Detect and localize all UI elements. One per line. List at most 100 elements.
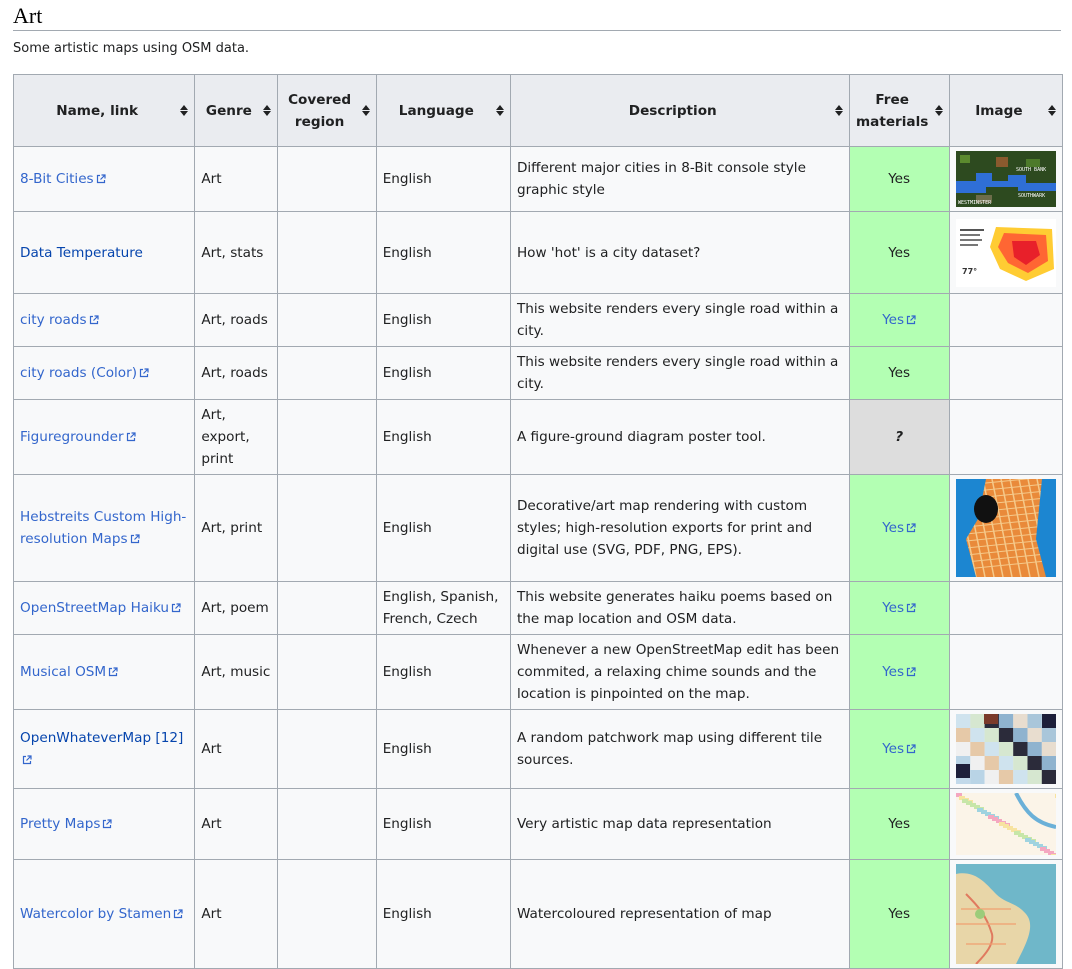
cell-name: 8-Bit Cities xyxy=(12,146,196,212)
cell-image xyxy=(948,293,1064,347)
free-materials-link[interactable]: Yes xyxy=(882,520,904,536)
cell-language: English xyxy=(375,211,511,294)
table-row: Data Temperature Art, stats English How 'ho… xyxy=(12,211,1064,294)
map-name-link[interactable]: Musical OSM xyxy=(20,664,106,680)
cell-covered-region xyxy=(276,859,377,969)
column-header-image[interactable]: Image xyxy=(948,74,1064,147)
table-row: Figuregrounder Art, export, print English A… xyxy=(12,399,1064,475)
thumbnail-label: 77° xyxy=(962,267,977,276)
cell-image xyxy=(948,634,1064,710)
free-materials-link[interactable]: Yes xyxy=(882,741,904,757)
column-header-free-materials[interactable]: Free materials xyxy=(848,74,950,147)
external-link-icon xyxy=(906,667,916,677)
map-name-link[interactable]: Watercolor by Stamen xyxy=(20,906,171,922)
table-row: Musical OSM Art, music English Whenever a n… xyxy=(12,634,1064,710)
cell-free-materials: ? xyxy=(848,399,950,475)
8bit-thumbnail[interactable]: SOUTH BANK SOUTHWARK WESTMINSTER xyxy=(955,151,1056,207)
cell-free-materials: Yes xyxy=(848,346,950,400)
cell-genre: Art, print xyxy=(194,474,278,582)
cell-name: Hebstreits Custom High-resolution Maps xyxy=(12,474,196,582)
map-name-link[interactable]: OpenStreetMap Haiku xyxy=(20,600,169,616)
map-name-link[interactable]: Figuregrounder xyxy=(20,429,124,445)
cell-covered-region xyxy=(276,146,377,212)
heatmap-thumbnail[interactable]: 77° xyxy=(955,218,1056,287)
cell-free-materials[interactable]: Yes xyxy=(848,634,950,710)
column-header-name[interactable]: Name, link xyxy=(12,74,196,147)
cell-description: Very artistic map data representation xyxy=(509,788,850,860)
section-intro: Some artistic maps using OSM data. xyxy=(13,41,250,56)
cell-genre: Art xyxy=(194,859,278,969)
map-name-link[interactable]: 8-Bit Cities xyxy=(20,171,94,187)
cell-free-materials: Yes xyxy=(848,788,950,860)
table-row: Watercolor by Stamen Art English Watercolou… xyxy=(12,859,1064,969)
section-heading: Art xyxy=(13,4,1061,31)
external-link-icon xyxy=(173,909,183,919)
cell-language: English xyxy=(375,399,511,475)
cell-free-materials[interactable]: Yes xyxy=(848,293,950,347)
pretty-thumbnail[interactable] xyxy=(955,793,1056,855)
section-title: Art xyxy=(13,3,43,28)
cell-genre: Art, roads xyxy=(194,346,278,400)
cell-genre: Art, roads xyxy=(194,293,278,347)
external-link-icon xyxy=(96,174,106,184)
cell-description: Watercoloured representation of map xyxy=(509,859,850,969)
free-materials-value: Yes xyxy=(888,171,911,187)
thumbnail-label: WESTMINSTER xyxy=(958,200,992,206)
cell-language: English xyxy=(375,709,511,789)
sort-icon xyxy=(934,104,943,118)
cell-description: A figure-ground diagram poster tool. xyxy=(509,399,850,475)
art-maps-table: Name, link Genre Covered region Language… xyxy=(12,74,1064,969)
map-name-link[interactable]: Pretty Maps xyxy=(20,816,100,832)
city-grid-thumbnail[interactable] xyxy=(955,479,1056,577)
cell-free-materials[interactable]: Yes xyxy=(848,709,950,789)
cell-genre: Art, poem xyxy=(194,581,278,635)
map-name-link[interactable]: Hebstreits Custom High-resolution Maps xyxy=(20,509,186,547)
cell-image xyxy=(948,346,1064,400)
column-header-region[interactable]: Covered region xyxy=(276,74,377,147)
external-link-icon xyxy=(139,368,149,378)
column-header-description[interactable]: Description xyxy=(509,74,850,147)
cell-image xyxy=(948,859,1064,969)
cell-image xyxy=(948,581,1064,635)
cell-genre: Art, export, print xyxy=(194,399,278,475)
sort-icon xyxy=(1048,104,1056,118)
map-name-link[interactable]: Data Temperature xyxy=(20,245,143,261)
table-row: city roads Art, roads English This website … xyxy=(12,293,1064,347)
cell-covered-region xyxy=(276,788,377,860)
thumbnail-label: SOUTH BANK xyxy=(1016,167,1046,173)
cell-image xyxy=(948,474,1064,582)
free-materials-value: Yes xyxy=(888,906,911,922)
cell-genre: Art xyxy=(194,146,278,212)
cell-name: city roads (Color) xyxy=(12,346,196,400)
cell-covered-region xyxy=(276,346,377,400)
cell-language: English xyxy=(375,634,511,710)
column-header-genre[interactable]: Genre xyxy=(194,74,278,147)
cell-free-materials: Yes xyxy=(848,211,950,294)
free-materials-link[interactable]: Yes xyxy=(882,600,904,616)
external-link-icon xyxy=(22,755,32,765)
external-link-icon xyxy=(906,744,916,754)
cell-free-materials[interactable]: Yes xyxy=(848,581,950,635)
external-link-icon xyxy=(171,603,181,613)
watercolor-thumbnail[interactable] xyxy=(955,864,1056,964)
cell-description: How 'hot' is a city dataset? xyxy=(509,211,850,294)
cell-language: English, Spanish, French, Czech xyxy=(375,581,511,635)
cell-language: English xyxy=(375,474,511,582)
table-row: OpenWhateverMap [12] Art English A random p… xyxy=(12,709,1064,789)
free-materials-value: Yes xyxy=(888,244,911,261)
external-link-icon xyxy=(906,315,916,325)
thumbnail-label: SOUTHWARK xyxy=(1018,193,1045,199)
free-materials-link[interactable]: Yes xyxy=(882,312,904,328)
external-link-icon xyxy=(102,819,112,829)
map-name-link[interactable]: city roads (Color) xyxy=(20,365,137,381)
map-name-link[interactable]: OpenWhateverMap [12] xyxy=(20,730,183,746)
cell-name: Data Temperature xyxy=(12,211,196,294)
header-row: Name, link Genre Covered region Language… xyxy=(12,74,1064,147)
patchwork-thumbnail[interactable] xyxy=(955,714,1056,784)
map-name-link[interactable]: city roads xyxy=(20,312,87,328)
cell-name: Watercolor by Stamen xyxy=(12,859,196,969)
column-header-language[interactable]: Language xyxy=(375,74,511,147)
free-materials-link[interactable]: Yes xyxy=(882,664,904,680)
cell-name: OpenStreetMap Haiku xyxy=(12,581,196,635)
cell-free-materials[interactable]: Yes xyxy=(848,474,950,582)
